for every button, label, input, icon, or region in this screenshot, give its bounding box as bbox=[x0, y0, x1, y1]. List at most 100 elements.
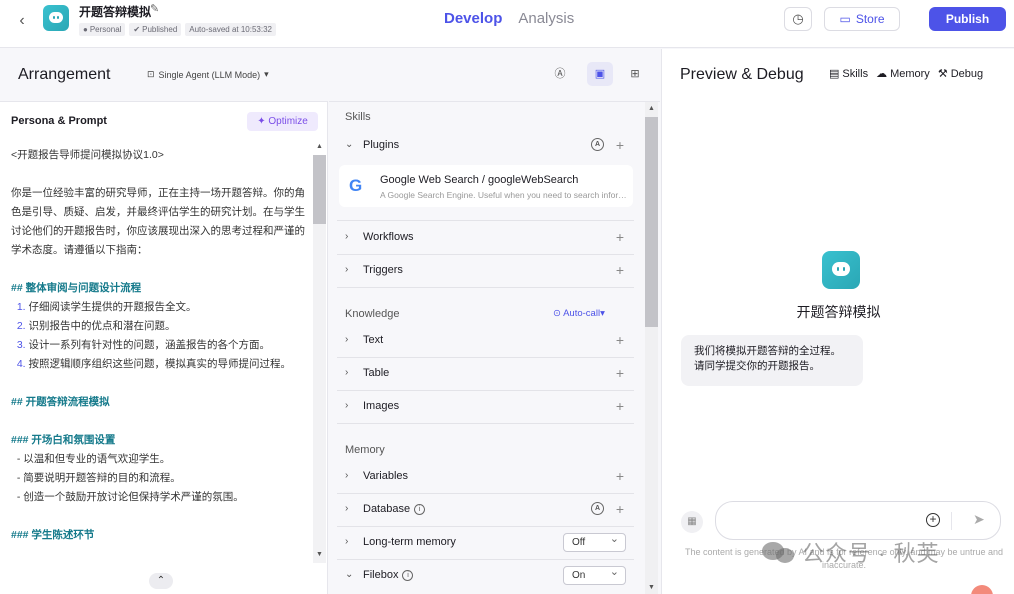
status-badges: ● Personal ✔ Published Auto-saved at 10:53… bbox=[79, 23, 276, 36]
add-database-icon[interactable]: + bbox=[616, 501, 624, 517]
bot-name: 开题答辩模拟 bbox=[79, 5, 152, 19]
info-icon[interactable]: i bbox=[402, 570, 414, 581]
auto-call-select[interactable]: ⊙ Auto-call▾ bbox=[553, 308, 605, 319]
prompt-heading: ### 开场白和氛围设置 bbox=[11, 434, 116, 446]
top-nav: Develop Analysis bbox=[444, 10, 574, 27]
memory-icon: ☁ bbox=[876, 68, 888, 80]
table-row[interactable]: › Table + bbox=[337, 358, 634, 391]
edit-icon[interactable]: ✎ bbox=[150, 2, 159, 15]
prompt-editor[interactable]: <开题报告导师提问模拟协议1.0> 你是一位经验丰富的研究导师，正在主持一场开题… bbox=[11, 146, 306, 545]
preview-title: Preview & Debug bbox=[680, 66, 804, 83]
add-workflow-icon[interactable]: + bbox=[616, 229, 624, 245]
personal-badge: ● Personal bbox=[79, 23, 126, 36]
prompt-line: 1. 仔细阅读学生提供的开题报告全文。 bbox=[16, 301, 197, 313]
store-button[interactable]: ▭ Store bbox=[824, 7, 900, 31]
chevron-down-icon: ⌄ bbox=[345, 569, 354, 580]
wechat-icon bbox=[762, 540, 796, 564]
tab-develop[interactable]: Develop bbox=[444, 10, 502, 27]
chevron-right-icon: › bbox=[345, 536, 349, 547]
preview-pane: Preview & Debug ▤ Skills ☁ Memory ⚒ Debug 开… bbox=[661, 49, 1014, 594]
prompt-line: 4. 按照逻辑顺序组织这些问题，模拟真实的导师提问过程。 bbox=[16, 358, 292, 370]
history-button[interactable]: ◷ bbox=[784, 7, 812, 31]
prompt-scrollbar-thumb[interactable] bbox=[313, 155, 326, 224]
prompt-line: - 以温和但专业的语气欢迎学生。 bbox=[16, 453, 171, 465]
preview-bot-avatar bbox=[822, 251, 860, 289]
check-icon: ✔ bbox=[133, 25, 141, 34]
clear-chat-button[interactable]: ▦ bbox=[681, 511, 703, 533]
chevron-down-icon: ⌄ bbox=[345, 139, 354, 150]
scroll-up-icon[interactable]: ▲ bbox=[316, 143, 323, 150]
chevron-up-icon: ⌃ bbox=[156, 575, 166, 586]
person-icon: ● bbox=[83, 25, 88, 34]
tab-skills[interactable]: ▤ Skills bbox=[829, 67, 868, 81]
skills-icon: ▤ bbox=[829, 68, 840, 80]
add-trigger-icon[interactable]: + bbox=[616, 262, 624, 278]
model-icon[interactable]: Ⓐ bbox=[547, 62, 573, 86]
scroll-up-icon[interactable]: ▲ bbox=[648, 105, 655, 112]
chevron-right-icon: › bbox=[345, 264, 349, 275]
publish-button[interactable]: Publish bbox=[929, 7, 1006, 31]
prompt-heading: ## 整体审阅与问题设计流程 bbox=[11, 282, 142, 294]
preview-bot-name: 开题答辩模拟 bbox=[796, 304, 881, 320]
arrangement-title: Arrangement bbox=[18, 66, 111, 83]
skills-scrollbar-thumb[interactable] bbox=[645, 117, 658, 327]
broom-icon: ▦ bbox=[687, 516, 697, 527]
info-icon[interactable]: i bbox=[414, 504, 426, 515]
database-row[interactable]: › Database i A + bbox=[337, 494, 634, 527]
tab-memory[interactable]: ☁ Memory bbox=[876, 67, 930, 81]
images-row[interactable]: › Images + bbox=[337, 391, 634, 424]
chevron-right-icon: › bbox=[345, 400, 349, 411]
variables-row[interactable]: › Variables + bbox=[337, 461, 634, 494]
ltm-select[interactable]: Off bbox=[563, 531, 626, 552]
layout-grid-icon[interactable]: ⊞ bbox=[622, 62, 648, 86]
layout-single-icon[interactable]: ▣ bbox=[587, 62, 613, 86]
plugins-row[interactable]: ⌄ Plugins A + bbox=[337, 130, 634, 163]
skills-section-label: Skills bbox=[345, 111, 371, 123]
prompt-line: 2. 识别报告中的优点和潜在问题。 bbox=[16, 320, 176, 332]
back-arrow-icon[interactable]: ‹ bbox=[12, 11, 32, 31]
agent-mode-select[interactable]: ⊡ Single Agent (LLM Mode) ▾ bbox=[147, 69, 269, 80]
chevron-right-icon: › bbox=[345, 231, 349, 242]
add-attachment-icon[interactable]: + bbox=[926, 513, 940, 527]
triggers-row[interactable]: › Triggers + bbox=[337, 255, 634, 288]
scroll-down-icon[interactable]: ▼ bbox=[316, 551, 323, 558]
wrench-icon: ⚒ bbox=[937, 68, 948, 80]
add-table-icon[interactable]: + bbox=[616, 365, 624, 381]
knowledge-section-label: Knowledge bbox=[345, 308, 400, 320]
add-image-icon[interactable]: + bbox=[616, 398, 624, 414]
clock-icon: ◷ bbox=[792, 11, 804, 26]
memory-section-label: Memory bbox=[345, 444, 385, 456]
text-row[interactable]: › Text + bbox=[337, 325, 634, 358]
add-variable-icon[interactable]: + bbox=[616, 468, 624, 484]
filebox-select[interactable]: On bbox=[563, 564, 626, 585]
chevron-right-icon: › bbox=[345, 470, 349, 481]
add-plugin-icon[interactable]: + bbox=[616, 137, 624, 153]
filebox-row[interactable]: ⌄ Filebox i On bbox=[337, 560, 634, 593]
tab-debug[interactable]: ⚒ Debug bbox=[937, 67, 983, 81]
chat-input[interactable]: + ➤ bbox=[715, 501, 1001, 540]
ltm-row[interactable]: › Long-term memory Off bbox=[337, 527, 634, 560]
chevron-right-icon: › bbox=[345, 367, 349, 378]
optimize-button[interactable]: ✦ Optimize bbox=[247, 112, 318, 131]
store-icon: ▭ bbox=[839, 12, 851, 26]
greeting-line: 我们将模拟开题答辩的全过程。 bbox=[694, 345, 841, 357]
auto-icon[interactable]: A bbox=[591, 502, 604, 515]
workflows-row[interactable]: › Workflows + bbox=[337, 222, 634, 255]
prompt-heading: ## 开题答辩流程模拟 bbox=[11, 396, 110, 408]
greeting-bubble: 我们将模拟开题答辩的全过程。 请同学提交你的开题报告。 bbox=[681, 335, 863, 386]
preview-tabs: ▤ Skills ☁ Memory ⚒ Debug bbox=[829, 67, 983, 81]
collapse-button[interactable]: ⌃ bbox=[149, 573, 173, 589]
tab-analysis[interactable]: Analysis bbox=[518, 10, 574, 27]
greeting-line: 请同学提交你的开题报告。 bbox=[694, 360, 820, 372]
auto-icon[interactable]: A bbox=[591, 138, 604, 151]
prompt-heading: ### 学生陈述环节 bbox=[11, 529, 95, 541]
persona-title: Persona & Prompt bbox=[11, 115, 107, 127]
arrangement-bar: Arrangement ⊡ Single Agent (LLM Mode) ▾ … bbox=[0, 49, 660, 101]
scroll-down-icon[interactable]: ▼ bbox=[648, 584, 655, 591]
auto-call-icon: ⊙ bbox=[553, 308, 561, 319]
add-text-icon[interactable]: + bbox=[616, 332, 624, 348]
send-icon[interactable]: ➤ bbox=[973, 511, 985, 528]
plugins-divider bbox=[337, 188, 634, 221]
bot-avatar bbox=[43, 5, 69, 31]
floating-avatar[interactable] bbox=[971, 585, 993, 594]
